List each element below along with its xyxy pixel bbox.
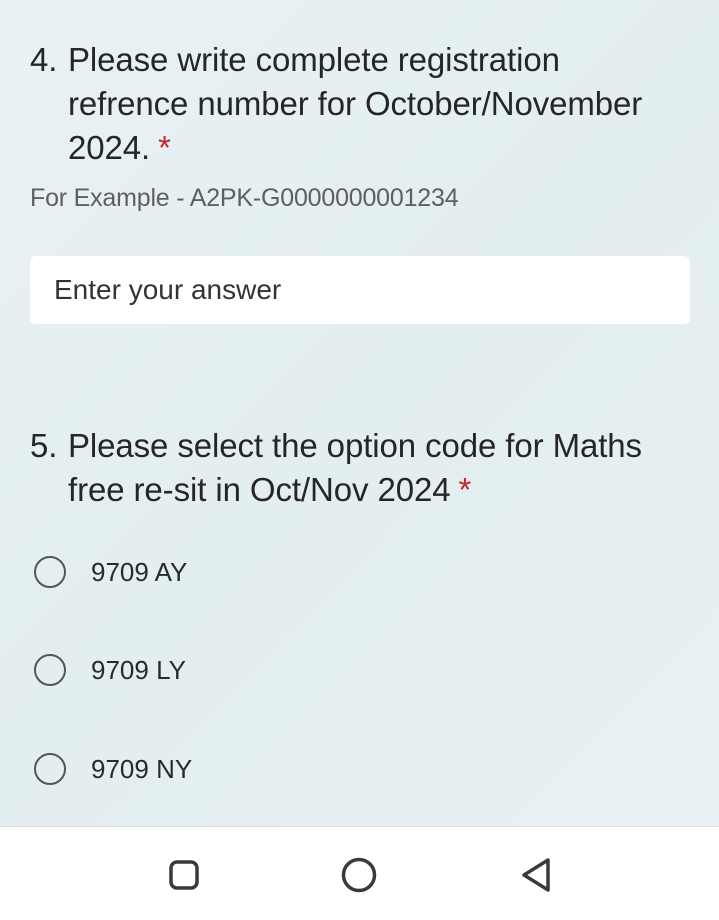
recent-apps-icon: [169, 860, 199, 890]
back-icon: [522, 858, 550, 892]
answer-field[interactable]: [30, 256, 690, 324]
question-4-hint: For Example - A2PK-G0000000001234: [30, 184, 459, 212]
recent-apps-button[interactable]: [164, 855, 204, 895]
option-label: 9709 AY: [91, 556, 188, 587]
option-label: 9709 NY: [91, 753, 193, 784]
radio-button[interactable]: [34, 753, 66, 785]
question-5-number: 5.: [30, 427, 58, 464]
option-9709-ny[interactable]: 9709 NY: [34, 753, 192, 785]
question-4-title: 4. Please write complete registration re…: [30, 38, 689, 170]
question-4-text: Please write complete registration refre…: [68, 41, 643, 166]
radio-button[interactable]: [34, 654, 66, 686]
home-button[interactable]: [339, 855, 379, 895]
home-icon: [341, 857, 377, 893]
option-9709-ly[interactable]: 9709 LY: [34, 654, 186, 686]
option-9709-ay[interactable]: 9709 AY: [34, 556, 187, 588]
question-5: 5. Please select the option code for Mat…: [30, 424, 689, 512]
form-area: 4. Please write complete registration re…: [0, 0, 719, 826]
question-5-text: Please select the option code for Maths …: [68, 427, 642, 508]
required-asterisk: *: [458, 471, 472, 508]
system-navigation-bar: [0, 826, 719, 920]
back-button[interactable]: [516, 855, 556, 895]
option-label: 9709 LY: [91, 654, 186, 685]
question-4: 4. Please write complete registration re…: [30, 38, 689, 213]
radio-button[interactable]: [34, 556, 66, 588]
question-4-number: 4.: [30, 41, 58, 78]
question-5-title: 5. Please select the option code for Mat…: [30, 424, 689, 512]
answer-input[interactable]: [54, 274, 690, 306]
required-asterisk: *: [158, 129, 171, 166]
